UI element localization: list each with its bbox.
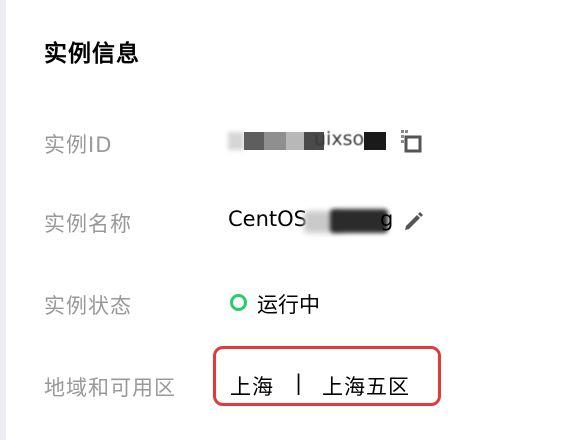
region-zone-separator: |	[295, 371, 303, 395]
redacted-id-blocks: uixsoo	[228, 128, 388, 154]
instance-id-label: 实例ID	[44, 133, 113, 157]
instance-status-value: 运行中	[257, 293, 320, 317]
instance-name-prefix: CentOS	[228, 207, 307, 231]
region-zone-label: 地域和可用区	[44, 376, 176, 400]
instance-name-label: 实例名称	[44, 212, 132, 236]
pencil-icon[interactable]	[403, 210, 425, 232]
instance-info-panel: 实例信息 实例ID uixsoo 实例名称 CentOS g 实例状态 运行中 …	[0, 0, 576, 440]
instance-name-row: 实例名称 CentOS g	[0, 200, 576, 240]
section-title: 实例信息	[44, 41, 140, 67]
instance-id-value[interactable]: uixsoo	[228, 128, 398, 154]
region-zone-row: 地域和可用区 上海 | 上海五区	[0, 364, 576, 404]
instance-status-row: 实例状态 运行中	[0, 282, 576, 322]
region-value: 上海	[230, 375, 274, 399]
instance-id-row: 实例ID uixsoo	[0, 121, 576, 161]
instance-name-suffix: g	[380, 207, 394, 231]
instance-status-label: 实例状态	[44, 294, 132, 318]
status-running-icon	[230, 294, 247, 311]
copy-icon[interactable]	[400, 129, 422, 153]
instance-name-value: CentOS g	[228, 207, 398, 235]
zone-value: 上海五区	[322, 375, 410, 399]
